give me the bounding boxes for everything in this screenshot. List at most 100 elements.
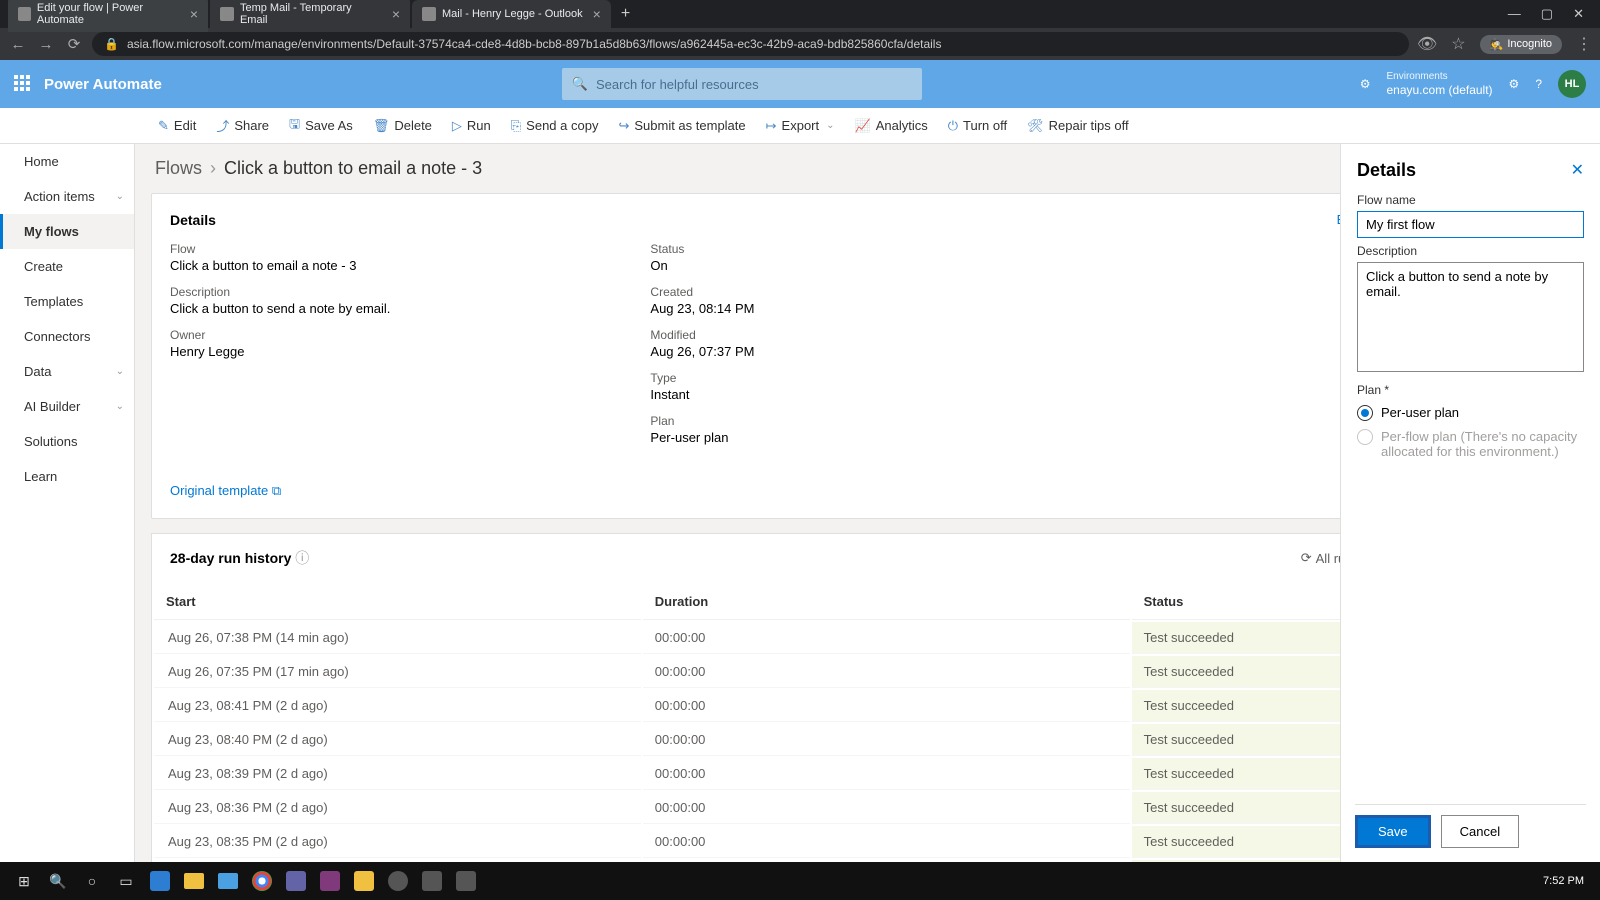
app-icon[interactable] bbox=[450, 867, 482, 895]
start-button[interactable]: ⊞ bbox=[8, 867, 40, 895]
edit-button[interactable]: ✎Edit bbox=[150, 114, 204, 138]
search-icon[interactable]: 🔍 bbox=[42, 867, 74, 895]
delete-button[interactable]: 🗑Delete bbox=[365, 114, 440, 138]
share-button[interactable]: ⤴Share bbox=[208, 112, 277, 139]
close-icon[interactable]: × bbox=[392, 6, 400, 22]
chrome-icon[interactable] bbox=[246, 867, 278, 895]
close-icon[interactable]: ✕ bbox=[1571, 160, 1584, 181]
flow-label: Flow bbox=[170, 242, 390, 256]
saveas-button[interactable]: 🖫Save As bbox=[281, 111, 361, 141]
back-icon[interactable]: ← bbox=[8, 36, 28, 53]
radio-icon bbox=[1357, 429, 1373, 445]
wrench-icon: 🛠 bbox=[1027, 118, 1044, 134]
desc-input[interactable] bbox=[1357, 262, 1584, 372]
app-header: Power Automate 🔍Search for helpful resou… bbox=[0, 60, 1600, 108]
url-input[interactable]: 🔒asia.flow.microsoft.com/manage/environm… bbox=[92, 32, 1409, 56]
settings-icon[interactable]: ⚙ bbox=[1509, 77, 1520, 91]
nav-action-items[interactable]: Action items⌄ bbox=[0, 179, 134, 214]
search-input[interactable]: 🔍Search for helpful resources bbox=[562, 68, 922, 100]
teams-icon[interactable] bbox=[280, 867, 312, 895]
menu-icon[interactable]: ⋮ bbox=[1576, 34, 1592, 54]
desc-label: Description bbox=[1357, 244, 1584, 258]
maximize-icon[interactable]: ▢ bbox=[1541, 6, 1553, 22]
nav-templates[interactable]: Templates bbox=[0, 284, 134, 319]
app-icon[interactable] bbox=[348, 867, 380, 895]
col-start[interactable]: Start bbox=[154, 584, 641, 620]
run-start: Aug 23, 08:35 PM (2 d ago) bbox=[154, 826, 641, 858]
refresh-icon: ⟳ bbox=[1301, 550, 1312, 566]
explorer-icon[interactable] bbox=[178, 867, 210, 895]
table-row[interactable]: Aug 26, 07:35 PM (17 min ago)00:00:00Tes… bbox=[154, 656, 1375, 688]
reload-icon[interactable]: ⟳ bbox=[64, 35, 84, 53]
nav-data[interactable]: Data⌄ bbox=[0, 354, 134, 389]
save-button[interactable]: Save bbox=[1355, 815, 1431, 848]
table-row[interactable]: Aug 23, 08:41 PM (2 d ago)00:00:00Test s… bbox=[154, 690, 1375, 722]
modified-label: Modified bbox=[650, 328, 754, 342]
original-template-link[interactable]: Original template ⧉ bbox=[170, 483, 281, 499]
new-tab-button[interactable]: + bbox=[613, 5, 638, 23]
onenote-icon[interactable] bbox=[314, 867, 346, 895]
table-row[interactable]: Aug 23, 08:39 PM (2 d ago)00:00:00Test s… bbox=[154, 758, 1375, 790]
plan-label: Plan * bbox=[1357, 383, 1584, 397]
nav-my-flows[interactable]: My flows bbox=[0, 214, 134, 249]
product-name[interactable]: Power Automate bbox=[44, 76, 162, 93]
edge-icon[interactable] bbox=[144, 867, 176, 895]
info-icon[interactable]: ⓘ bbox=[295, 550, 309, 566]
table-row[interactable]: Aug 23, 08:36 PM (2 d ago)00:00:00Test s… bbox=[154, 792, 1375, 824]
analytics-button[interactable]: 📈Analytics bbox=[847, 114, 936, 138]
run-button[interactable]: ▷Run bbox=[444, 114, 499, 138]
nav-learn[interactable]: Learn bbox=[0, 459, 134, 494]
table-row[interactable]: Aug 26, 07:38 PM (14 min ago)00:00:00Tes… bbox=[154, 622, 1375, 654]
table-row[interactable]: Aug 23, 08:35 PM (2 d ago)00:00:00Test s… bbox=[154, 826, 1375, 858]
repair-button[interactable]: 🛠Repair tips off bbox=[1019, 114, 1136, 138]
label: Create bbox=[24, 259, 63, 274]
turnoff-button[interactable]: ⏻Turn off bbox=[940, 114, 1015, 138]
plan-value: Per-user plan bbox=[650, 430, 754, 445]
nav-home[interactable]: Home bbox=[0, 144, 134, 179]
taskview-icon[interactable]: ▭ bbox=[110, 867, 142, 895]
browser-tab[interactable]: Temp Mail - Temporary Email× bbox=[210, 0, 410, 32]
close-icon[interactable]: × bbox=[190, 6, 198, 22]
help-icon[interactable]: ? bbox=[1535, 77, 1542, 91]
forward-icon[interactable]: → bbox=[36, 36, 56, 53]
chart-icon: 📈 bbox=[855, 118, 871, 134]
card-title: Details bbox=[170, 212, 1359, 228]
nav-ai-builder[interactable]: AI Builder⌄ bbox=[0, 389, 134, 424]
browser-tab[interactable]: Mail - Henry Legge - Outlook× bbox=[412, 0, 611, 28]
waffle-icon[interactable] bbox=[14, 75, 32, 93]
export-button[interactable]: ↦Export⌄ bbox=[758, 114, 843, 138]
col-status[interactable]: Status bbox=[1132, 584, 1375, 620]
app-icon[interactable] bbox=[382, 867, 414, 895]
table-row[interactable]: Aug 23, 08:40 PM (2 d ago)00:00:00Test s… bbox=[154, 724, 1375, 756]
nav-solutions[interactable]: Solutions bbox=[0, 424, 134, 459]
label: Turn off bbox=[963, 118, 1007, 133]
browser-tab[interactable]: Edit your flow | Power Automate× bbox=[8, 0, 208, 32]
incognito-label: Incognito bbox=[1507, 38, 1552, 50]
breadcrumb-flows[interactable]: Flows bbox=[155, 158, 202, 179]
nav-connectors[interactable]: Connectors bbox=[0, 319, 134, 354]
environment-picker[interactable]: Environments enayu.com (default) bbox=[1386, 71, 1492, 97]
run-duration: 00:00:00 bbox=[643, 724, 1130, 756]
close-icon[interactable]: × bbox=[593, 6, 601, 22]
cancel-button[interactable]: Cancel bbox=[1441, 815, 1519, 848]
system-clock[interactable]: 7:52 PM bbox=[1543, 875, 1592, 887]
col-duration[interactable]: Duration bbox=[643, 584, 1130, 620]
environment-icon[interactable]: ⚙ bbox=[1360, 77, 1371, 91]
plan-peruser-radio[interactable]: Per-user plan bbox=[1357, 405, 1584, 421]
app-icon[interactable] bbox=[416, 867, 448, 895]
desc-label: Description bbox=[170, 285, 390, 299]
cortana-icon[interactable]: ○ bbox=[76, 867, 108, 895]
star-icon[interactable]: ☆ bbox=[1451, 34, 1465, 54]
nav-create[interactable]: Create bbox=[0, 249, 134, 284]
eye-slash-icon[interactable]: 👁 bbox=[1417, 34, 1437, 54]
flowname-input[interactable] bbox=[1357, 211, 1584, 238]
user-avatar[interactable]: HL bbox=[1558, 70, 1586, 98]
mail-icon[interactable] bbox=[212, 867, 244, 895]
sendcopy-button[interactable]: ⎘Send a copy bbox=[503, 114, 607, 138]
minimize-icon[interactable]: — bbox=[1508, 6, 1521, 22]
run-duration: 00:00:00 bbox=[643, 758, 1130, 790]
panel-title: Details bbox=[1357, 160, 1416, 181]
submit-template-button[interactable]: ↪Submit as template bbox=[610, 114, 753, 138]
close-icon[interactable]: ✕ bbox=[1573, 6, 1584, 22]
label: Submit as template bbox=[634, 118, 745, 133]
